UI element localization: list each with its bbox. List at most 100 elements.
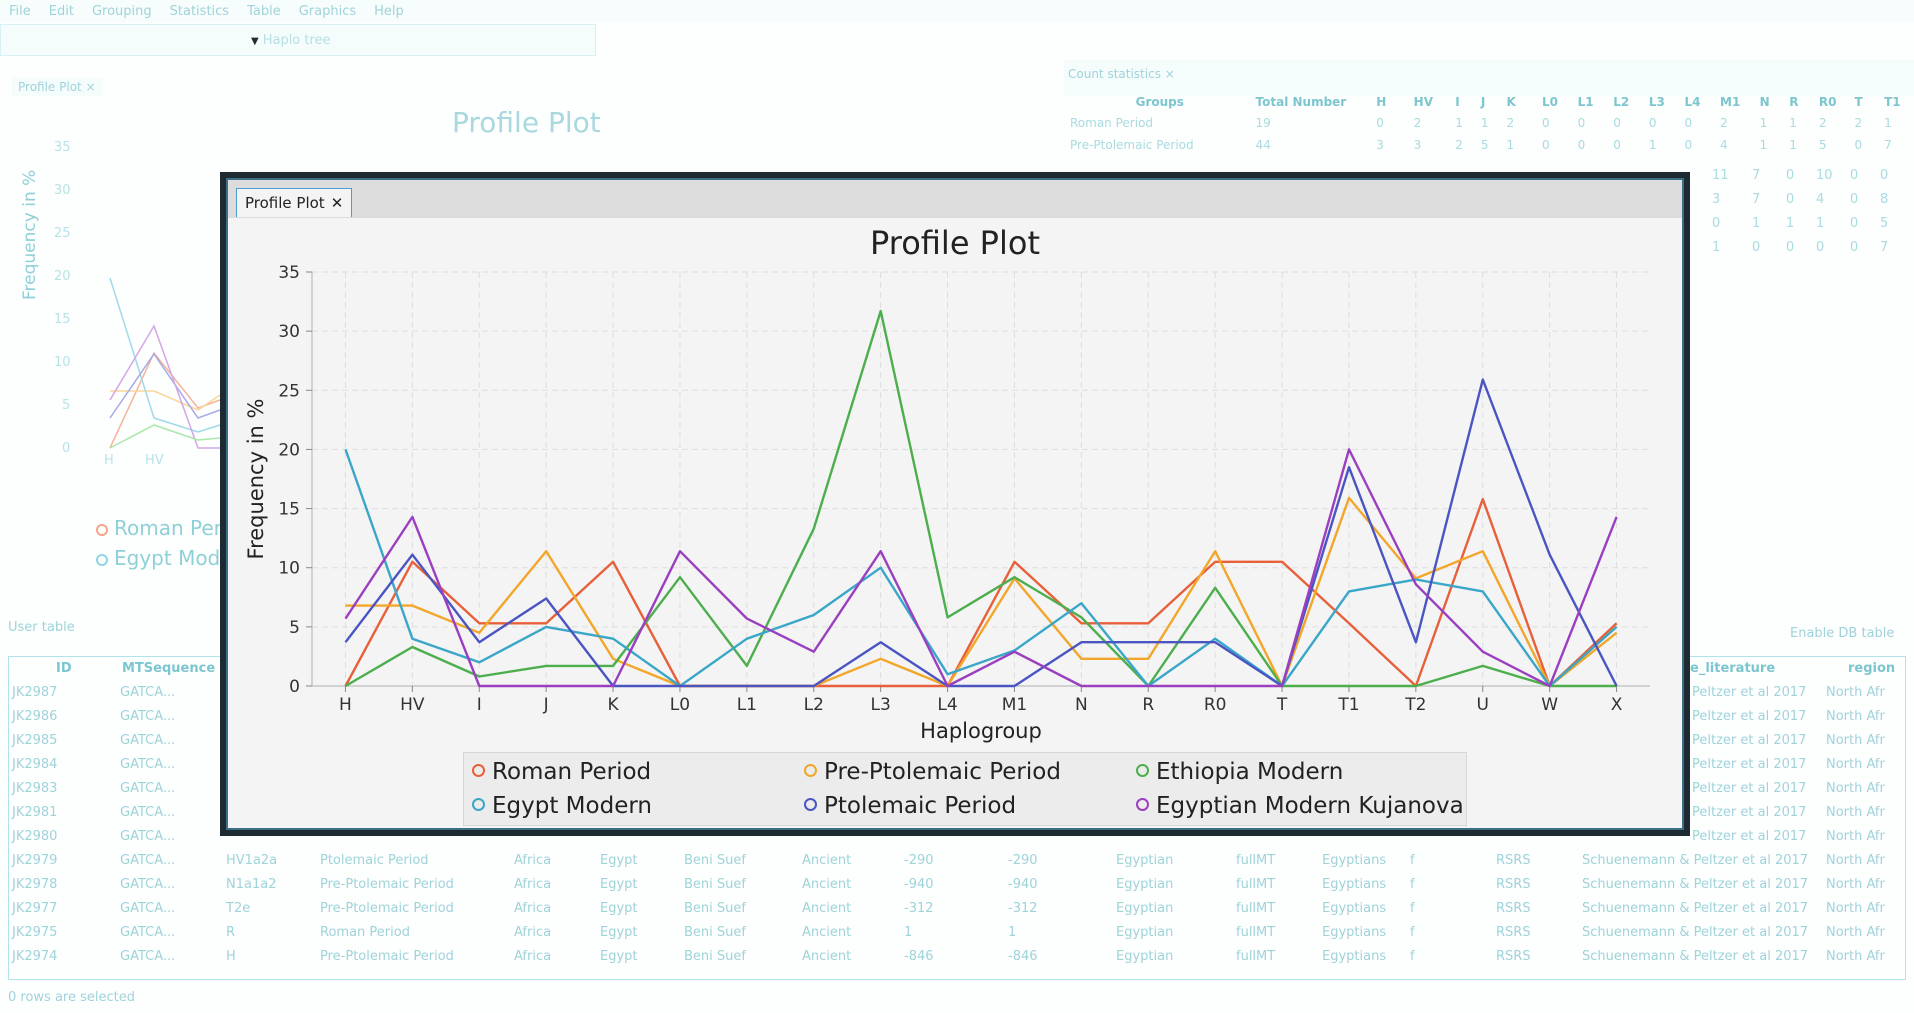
table-cell: JK2984 [12, 757, 58, 772]
count-statistics-header[interactable]: L2 [1613, 92, 1649, 112]
menu-item-help[interactable]: Help [365, 4, 413, 19]
x-tick-label: T [1276, 695, 1288, 715]
count-statistics-cell: 0 [1850, 168, 1859, 183]
count-statistics-header[interactable]: T1 [1884, 92, 1914, 112]
table-cell: HV1a2a [226, 853, 278, 868]
table-cell: Beni Suef [684, 877, 746, 892]
profile-plot-window: Profile Plot ✕ Profile Plot 0 5 10 15 20 25 30… [220, 172, 1690, 836]
count-statistics-cell: 2 [1413, 116, 1422, 130]
count-statistics-cell: Pre-Ptolemaic Period [1070, 138, 1194, 152]
legend-item[interactable]: Ptolemaic Period [804, 793, 1016, 819]
table-cell: Egyptian [1116, 925, 1174, 940]
count-statistics-cell: 3 [1712, 192, 1721, 207]
count-statistics-header[interactable]: L3 [1649, 92, 1685, 112]
menu-item-table[interactable]: Table [238, 4, 290, 19]
chart-legend: Roman Period Pre-Ptolemaic Period Ethiopia… [463, 752, 1467, 826]
count-statistics-header[interactable]: J [1481, 92, 1507, 112]
count-statistics-header[interactable]: L4 [1684, 92, 1720, 112]
legend-item[interactable]: Egypt Modern [472, 793, 652, 819]
count-statistics-cell: 7 [1752, 168, 1761, 183]
legend-label: Pre-Ptolemaic Period [824, 759, 1061, 785]
menu-bar: File Edit Grouping Statistics Table Graphics H… [0, 0, 1914, 22]
series-line-ptolemaic-period [344, 378, 1618, 688]
count-statistics-header[interactable]: HV [1414, 92, 1456, 112]
count-statistics-row[interactable]: Pre-Ptolemaic Period 44 3 3 2 5 1 0 0 0 1 0 4 1 1 5 0 7 [1064, 134, 1914, 156]
count-statistics-cell: 0 [1854, 138, 1863, 152]
count-statistics-cell: 2 [1506, 116, 1515, 130]
count-statistics-header[interactable]: H [1376, 92, 1413, 112]
legend-label: Ptolemaic Period [824, 793, 1017, 819]
menu-item-graphics[interactable]: Graphics [290, 4, 365, 19]
count-statistics-header[interactable]: N [1760, 92, 1790, 112]
table-cell: Egypt [600, 949, 638, 964]
count-statistics-cell: 0 [1786, 192, 1795, 207]
table-cell: GATCA... [120, 781, 176, 796]
table-cell: RSRS [1496, 877, 1531, 892]
column-header-mtsequence[interactable]: MTSequence [122, 661, 215, 676]
table-cell: North Afr [1826, 709, 1885, 724]
count-statistics-header[interactable]: L0 [1542, 92, 1578, 112]
table-cell: Peltzer et al 2017 [1692, 781, 1807, 796]
count-statistics-header[interactable]: T [1855, 92, 1885, 112]
enable-db-table-toggle[interactable]: Enable DB table [1790, 626, 1894, 641]
table-cell: 1 [904, 925, 913, 940]
legend-label: Egypt Modern [492, 793, 652, 819]
table-cell: Schuenemann & Peltzer et al 2017 [1582, 877, 1809, 892]
table-cell: Ptolemaic Period [320, 853, 429, 868]
count-statistics-header[interactable]: R0 [1819, 92, 1855, 112]
table-cell: fullMT [1236, 877, 1276, 892]
count-statistics-header[interactable]: I [1455, 92, 1481, 112]
table-cell: JK2986 [12, 709, 58, 724]
table-cell: JK2975 [12, 925, 58, 940]
count-statistics-header[interactable]: L1 [1578, 92, 1614, 112]
legend-item[interactable]: Pre-Ptolemaic Period [804, 759, 1061, 785]
table-cell: JK2981 [12, 805, 58, 820]
count-statistics-row[interactable]: Roman Period 19 0 2 1 1 2 0 0 0 0 0 2 1 1 2 2 1 [1064, 112, 1914, 134]
table-cell: Africa [514, 925, 552, 940]
legend-item[interactable]: Roman Period [472, 759, 651, 785]
x-tick-label: H [339, 695, 352, 715]
table-cell: JK2987 [12, 685, 58, 700]
table-cell: Egyptians [1322, 853, 1387, 868]
count-statistics-cell: 0 [1786, 240, 1795, 255]
user-table-label: User table [8, 620, 75, 635]
legend-item[interactable]: Egyptian Modern Kujanova [1136, 793, 1464, 819]
table-cell: GATCA... [120, 877, 176, 892]
table-cell: Africa [514, 901, 552, 916]
column-header-id[interactable]: ID [56, 661, 72, 676]
table-cell: Ancient [802, 877, 852, 892]
table-cell: Egyptian [1116, 901, 1174, 916]
count-statistics-cell: 7 [1880, 240, 1889, 255]
table-cell: Schuenemann & Peltzer et al 2017 [1582, 901, 1809, 916]
table-cell: f [1410, 853, 1415, 868]
count-statistics-tab[interactable]: Count statistics × [1068, 67, 1175, 81]
column-header-literature[interactable]: e_literature [1690, 661, 1775, 676]
haplo-tree-toggle[interactable]: ▼ Haplo tree [251, 33, 331, 48]
table-cell: T2e [226, 901, 251, 916]
table-cell: North Afr [1826, 781, 1885, 796]
table-cell: Egypt [600, 877, 638, 892]
y-tick-label: 35 [278, 263, 300, 283]
count-statistics-cell: 2 [1720, 116, 1728, 130]
x-tick-label: L4 [937, 695, 957, 715]
legend-item[interactable]: Ethiopia Modern [1136, 759, 1343, 785]
table-cell: Egyptians [1322, 901, 1387, 916]
count-statistics-header[interactable]: R [1789, 92, 1819, 112]
count-statistics-header[interactable]: Groups [1064, 92, 1256, 112]
count-statistics-header[interactable]: M1 [1720, 92, 1760, 112]
table-cell: Ancient [802, 925, 852, 940]
count-statistics-cell: 19 [1255, 116, 1271, 130]
count-statistics-header[interactable]: Total Number [1256, 92, 1377, 112]
table-cell: GATCA... [120, 925, 176, 940]
count-statistics-header[interactable]: K [1507, 92, 1542, 112]
table-cell: -846 [1008, 949, 1038, 964]
table-cell: Egypt [600, 925, 638, 940]
table-cell: Peltzer et al 2017 [1692, 805, 1807, 820]
count-statistics-cell: 5 [1818, 138, 1827, 152]
table-cell: Africa [514, 853, 552, 868]
column-header-region[interactable]: region [1848, 661, 1895, 676]
x-tick-label: L1 [737, 695, 757, 715]
count-statistics-cell: 7 [1884, 138, 1892, 152]
series-line-roman-period [344, 497, 1618, 688]
count-statistics-cell: 0 [1786, 168, 1795, 183]
